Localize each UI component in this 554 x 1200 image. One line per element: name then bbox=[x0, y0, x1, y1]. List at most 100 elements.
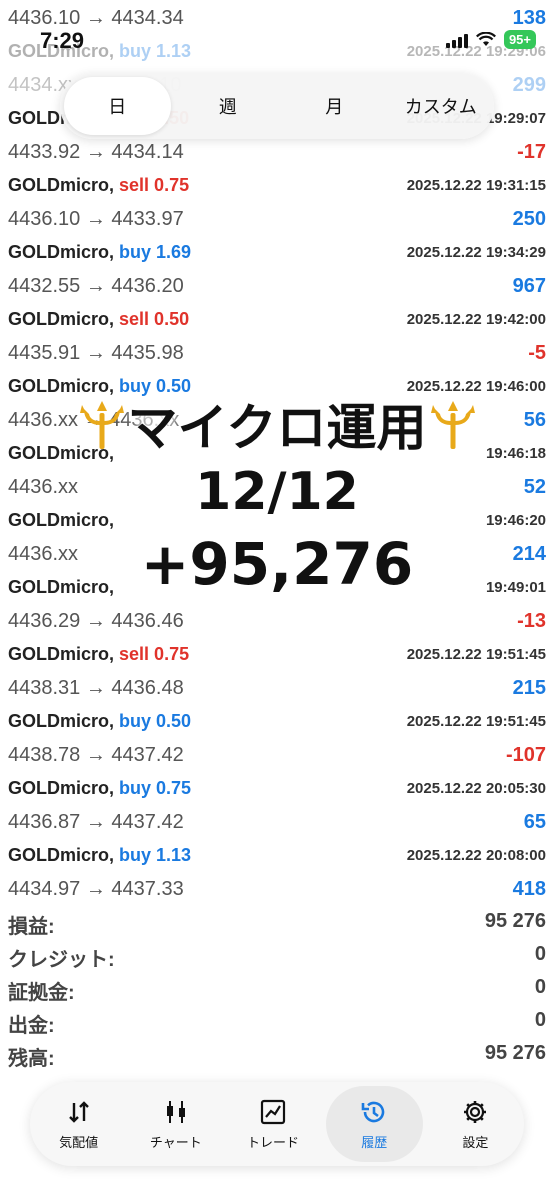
trade-profit: -5 bbox=[528, 342, 546, 364]
trade-profit: 967 bbox=[512, 275, 546, 297]
trade-price: 4433.92 → 4434.14 bbox=[8, 141, 184, 163]
tab-trade[interactable]: トレード bbox=[224, 1082, 321, 1166]
trade-price: 4435.91 → 4435.98 bbox=[8, 342, 184, 364]
trade-datetime: 2025.12.22 19:51:45 bbox=[406, 713, 546, 730]
tab-history[interactable]: 履歴 bbox=[325, 1086, 423, 1162]
account-summary: 損益: 95 276 クレジット: 0 証拠金: 0 出金: 0 残高: 95 276 bbox=[0, 908, 554, 1073]
trade-profit: -107 bbox=[505, 744, 546, 766]
period-segmented-control: 日 週 月 カスタム bbox=[60, 73, 494, 139]
summary-label: 証拠金: bbox=[8, 982, 75, 1004]
segment-week[interactable]: 週 bbox=[175, 73, 282, 139]
trade-symbol: GOLDmicro, buy 1.13 bbox=[8, 41, 191, 62]
settings-icon bbox=[464, 1100, 487, 1123]
overlay-date: 12/12 bbox=[195, 462, 359, 522]
trade-row[interactable]: GOLDmicro, sell 0.50 2025.12.22 19:42:00 4… bbox=[0, 305, 554, 372]
overlay-title: マイクロ運用 bbox=[0, 388, 554, 460]
trade-price: 4438.31 → 4436.48 bbox=[8, 677, 184, 699]
trade-row[interactable]: GOLDmicro, sell 0.75 2025.12.22 19:51:45 4… bbox=[0, 640, 554, 707]
tab-settings[interactable]: 設定 bbox=[427, 1082, 524, 1166]
trident-icon bbox=[79, 401, 124, 449]
trade-profit: 215 bbox=[512, 677, 546, 699]
trade-row[interactable]: 4436.10 → 4434.34 138 bbox=[0, 0, 554, 37]
overlay-title-text: マイクロ運用 bbox=[127, 400, 427, 456]
summary-row-withdrawal: 出金: 0 bbox=[0, 1007, 554, 1040]
trade-side-volume: sell 0.50 bbox=[119, 309, 190, 329]
symbol-name: GOLDmicro, bbox=[8, 644, 115, 664]
trade-datetime: 2025.12.22 19:34:29 bbox=[406, 244, 546, 261]
trade-symbol: GOLDmicro, sell 0.75 bbox=[8, 175, 189, 196]
trade-symbol: GOLDmicro, buy 0.50 bbox=[8, 711, 191, 732]
history-icon bbox=[361, 1101, 385, 1122]
quotes-icon bbox=[68, 1100, 89, 1123]
segment-custom[interactable]: カスタム bbox=[388, 73, 495, 139]
summary-row-credit: クレジット: 0 bbox=[0, 941, 554, 974]
summary-value: 95 276 bbox=[484, 910, 546, 932]
summary-row-balance: 残高: 95 276 bbox=[0, 1040, 554, 1073]
trade-row[interactable]: GOLDmicro, buy 0.50 2025.12.22 19:51:45 44… bbox=[0, 707, 554, 774]
trade-symbol: GOLDmicro, buy 1.69 bbox=[8, 242, 191, 263]
tab-label: 気配値 bbox=[59, 1134, 99, 1150]
symbol-name: GOLDmicro, bbox=[8, 175, 115, 195]
trade-side-volume: buy 1.69 bbox=[119, 242, 192, 262]
overlay-profit: +95,276 bbox=[140, 530, 414, 598]
trade-datetime: 2025.12.22 20:08:00 bbox=[406, 847, 546, 864]
trade-symbol: GOLDmicro, sell 0.50 bbox=[8, 309, 189, 330]
trade-profit: 65 bbox=[523, 811, 546, 833]
symbol-name: GOLDmicro, bbox=[8, 845, 115, 865]
trade-profit: 250 bbox=[512, 208, 546, 230]
trade-profit: 299 bbox=[512, 74, 546, 96]
trade-side-volume: buy 1.13 bbox=[119, 41, 192, 61]
trade-price: 4434.97 → 4437.33 bbox=[8, 878, 184, 900]
trade-icon bbox=[260, 1099, 286, 1124]
summary-label: 残高: bbox=[8, 1048, 55, 1070]
summary-value: 95 276 bbox=[484, 1042, 546, 1064]
segment-day[interactable]: 日 bbox=[64, 77, 171, 135]
summary-label: クレジット: bbox=[8, 949, 115, 971]
trade-side-volume: sell 0.75 bbox=[119, 644, 190, 664]
trade-profit: -17 bbox=[517, 141, 546, 163]
summary-row-margin: 証拠金: 0 bbox=[0, 974, 554, 1007]
tab-label: チャート bbox=[149, 1134, 202, 1150]
bottom-tab-bar: 気配値 チャート トレード 履歴 設定 bbox=[30, 1082, 524, 1166]
symbol-name: GOLDmicro, bbox=[8, 242, 115, 262]
symbol-name: GOLDmicro, bbox=[8, 309, 115, 329]
trade-price: 4436.29 → 4436.46 bbox=[8, 610, 184, 632]
trade-side-volume: buy 0.50 bbox=[119, 711, 192, 731]
trade-row[interactable]: GOLDmicro, buy 1.13 2025.12.22 20:08:00 44… bbox=[0, 841, 554, 908]
trade-symbol: GOLDmicro, buy 0.75 bbox=[8, 778, 191, 799]
trade-row[interactable]: GOLDmicro, buy 0.75 2025.12.22 20:05:30 44… bbox=[0, 774, 554, 841]
trade-side-volume: buy 1.13 bbox=[119, 845, 192, 865]
trade-profit: 138 bbox=[512, 7, 546, 29]
trade-price: 4436.10 → 4434.34 bbox=[8, 7, 184, 29]
tab-label: 履歴 bbox=[361, 1134, 388, 1150]
trade-datetime: 2025.12.22 19:42:00 bbox=[406, 311, 546, 328]
trade-profit: 418 bbox=[512, 878, 546, 900]
tab-label: 設定 bbox=[462, 1134, 489, 1150]
trade-datetime: 2025.12.22 19:29:06 bbox=[406, 43, 546, 60]
summary-row-profit: 損益: 95 276 bbox=[0, 908, 554, 941]
trade-price: 4436.87 → 4437.42 bbox=[8, 811, 184, 833]
trade-row[interactable]: GOLDmicro, buy 1.69 2025.12.22 19:34:29 44… bbox=[0, 238, 554, 305]
summary-value: 0 bbox=[534, 943, 546, 965]
trade-datetime: 2025.12.22 19:51:45 bbox=[406, 646, 546, 663]
tab-chart[interactable]: チャート bbox=[127, 1082, 224, 1166]
trade-side-volume: sell 0.75 bbox=[119, 175, 190, 195]
symbol-name: GOLDmicro, bbox=[8, 778, 115, 798]
segment-month[interactable]: 月 bbox=[281, 73, 388, 139]
summary-value: 0 bbox=[534, 976, 546, 998]
trade-price: 4438.78 → 4437.42 bbox=[8, 744, 184, 766]
trident-icon bbox=[430, 401, 475, 449]
trade-row[interactable]: GOLDmicro, sell 0.75 2025.12.22 19:31:15 4… bbox=[0, 171, 554, 238]
summary-value: 0 bbox=[534, 1009, 546, 1031]
trade-side-volume: buy 0.75 bbox=[119, 778, 192, 798]
trade-price: 4436.10 → 4433.97 bbox=[8, 208, 184, 230]
tab-quotes[interactable]: 気配値 bbox=[30, 1082, 127, 1166]
summary-label: 出金: bbox=[8, 1015, 55, 1037]
symbol-name: GOLDmicro, bbox=[8, 711, 115, 731]
trade-price: 4432.55 → 4436.20 bbox=[8, 275, 184, 297]
trade-symbol: GOLDmicro, buy 1.13 bbox=[8, 845, 191, 866]
trade-profit: -13 bbox=[517, 610, 546, 632]
trade-symbol: GOLDmicro, sell 0.75 bbox=[8, 644, 189, 665]
summary-label: 損益: bbox=[8, 916, 55, 938]
trade-datetime: 2025.12.22 20:05:30 bbox=[406, 780, 546, 797]
